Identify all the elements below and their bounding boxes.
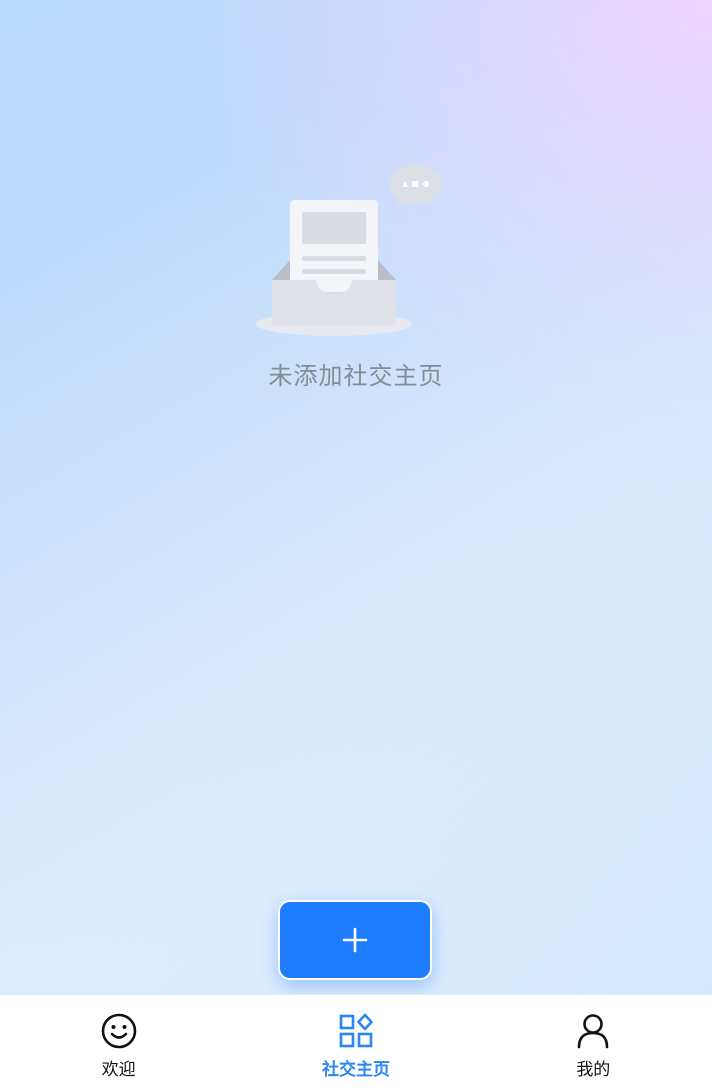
bottom-tab-bar: 欢迎 社交主页 我的 xyxy=(0,994,712,1088)
user-icon xyxy=(578,1014,609,1049)
social-home-screen: 未添加社交主页 欢迎 社交主页 我的 xyxy=(0,0,712,1088)
plus-icon xyxy=(342,927,368,953)
empty-inbox-icon xyxy=(256,164,442,336)
empty-state-message: 未添加社交主页 xyxy=(268,362,444,390)
tab-mine-label: 我的 xyxy=(576,1060,611,1080)
empty-state: 未添加社交主页 xyxy=(0,160,712,391)
tab-social-home-label: 社交主页 xyxy=(321,1060,390,1080)
grid-apps-icon xyxy=(339,1013,373,1048)
tab-welcome[interactable]: 欢迎 xyxy=(0,995,237,1088)
add-social-page-button[interactable] xyxy=(278,900,432,980)
smile-icon xyxy=(101,1013,136,1049)
tab-social-home[interactable]: 社交主页 xyxy=(237,995,474,1088)
tab-mine[interactable]: 我的 xyxy=(475,995,712,1088)
tab-welcome-label: 欢迎 xyxy=(101,1060,136,1080)
